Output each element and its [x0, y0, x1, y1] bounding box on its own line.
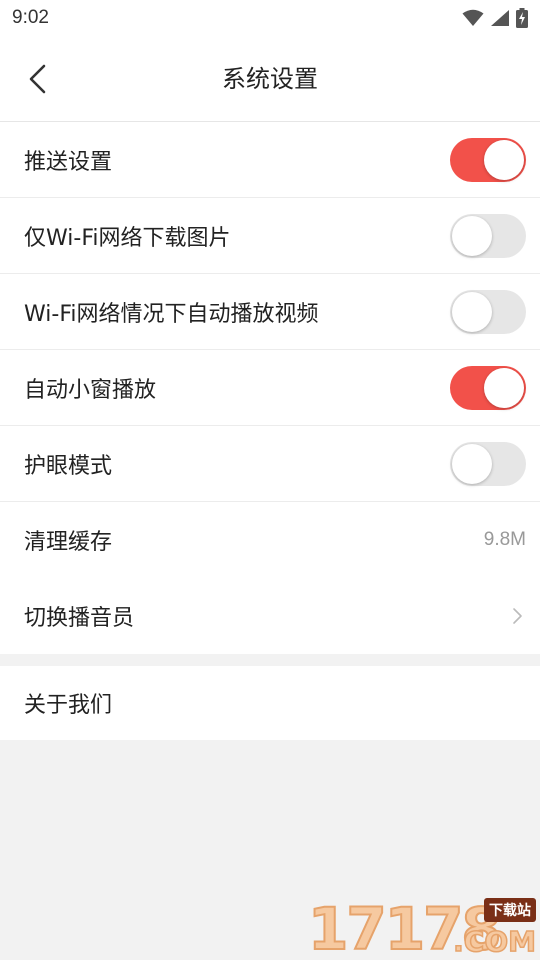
setting-row-mini-window[interactable]: 自动小窗播放 — [0, 350, 540, 426]
settings-list: 推送设置 仅Wi-Fi网络下载图片 Wi-Fi网络情况下自动播放视频 自动小窗播… — [0, 122, 540, 654]
page-title: 系统设置 — [222, 65, 318, 93]
status-time: 9:02 — [12, 7, 49, 28]
setting-label: 仅Wi-Fi网络下载图片 — [24, 226, 231, 251]
chevron-left-icon — [29, 64, 46, 94]
eye-care-toggle[interactable] — [450, 442, 526, 486]
battery-charging-icon — [516, 8, 528, 28]
setting-row-eye-care[interactable]: 护眼模式 — [0, 426, 540, 502]
wifi-autoplay-toggle[interactable] — [450, 290, 526, 334]
cellular-signal-icon — [490, 9, 510, 27]
toggle-knob — [452, 444, 492, 484]
toggle-knob — [484, 140, 524, 180]
toggle-knob — [484, 368, 524, 408]
watermark-logo: 17178 下载站 .COM — [307, 898, 537, 960]
chevron-right-icon — [513, 608, 522, 624]
setting-label: 护眼模式 — [24, 454, 113, 479]
wifi-images-toggle[interactable] — [450, 214, 526, 258]
setting-label: 自动小窗播放 — [24, 378, 157, 403]
cache-size-value: 9.8M — [483, 529, 526, 550]
back-button[interactable] — [22, 62, 56, 96]
setting-row-switch-announcer[interactable]: 切换播音员 — [0, 578, 540, 654]
setting-label: Wi-Fi网络情况下自动播放视频 — [24, 302, 319, 327]
setting-label: 推送设置 — [24, 150, 113, 175]
setting-label: 清理缓存 — [24, 530, 113, 555]
wifi-icon — [462, 9, 484, 27]
about-us-row[interactable]: 关于我们 — [0, 666, 540, 740]
toggle-knob — [452, 216, 492, 256]
setting-row-wifi-images[interactable]: 仅Wi-Fi网络下载图片 — [0, 198, 540, 274]
status-icons — [462, 8, 528, 28]
about-us-label: 关于我们 — [24, 693, 113, 718]
toggle-knob — [452, 292, 492, 332]
status-bar: 9:02 — [0, 0, 540, 36]
nav-bar: 系统设置 — [0, 36, 540, 122]
about-section: 关于我们 — [0, 666, 540, 740]
watermark-suffix: .COM — [452, 924, 536, 959]
setting-row-wifi-autoplay[interactable]: Wi-Fi网络情况下自动播放视频 — [0, 274, 540, 350]
setting-label: 切换播音员 — [24, 606, 135, 631]
setting-row-push[interactable]: 推送设置 — [0, 122, 540, 198]
push-toggle[interactable] — [450, 138, 526, 182]
watermark-badge: 下载站 — [484, 898, 536, 922]
setting-row-clear-cache[interactable]: 清理缓存 9.8M — [0, 502, 540, 578]
mini-window-toggle[interactable] — [450, 366, 526, 410]
